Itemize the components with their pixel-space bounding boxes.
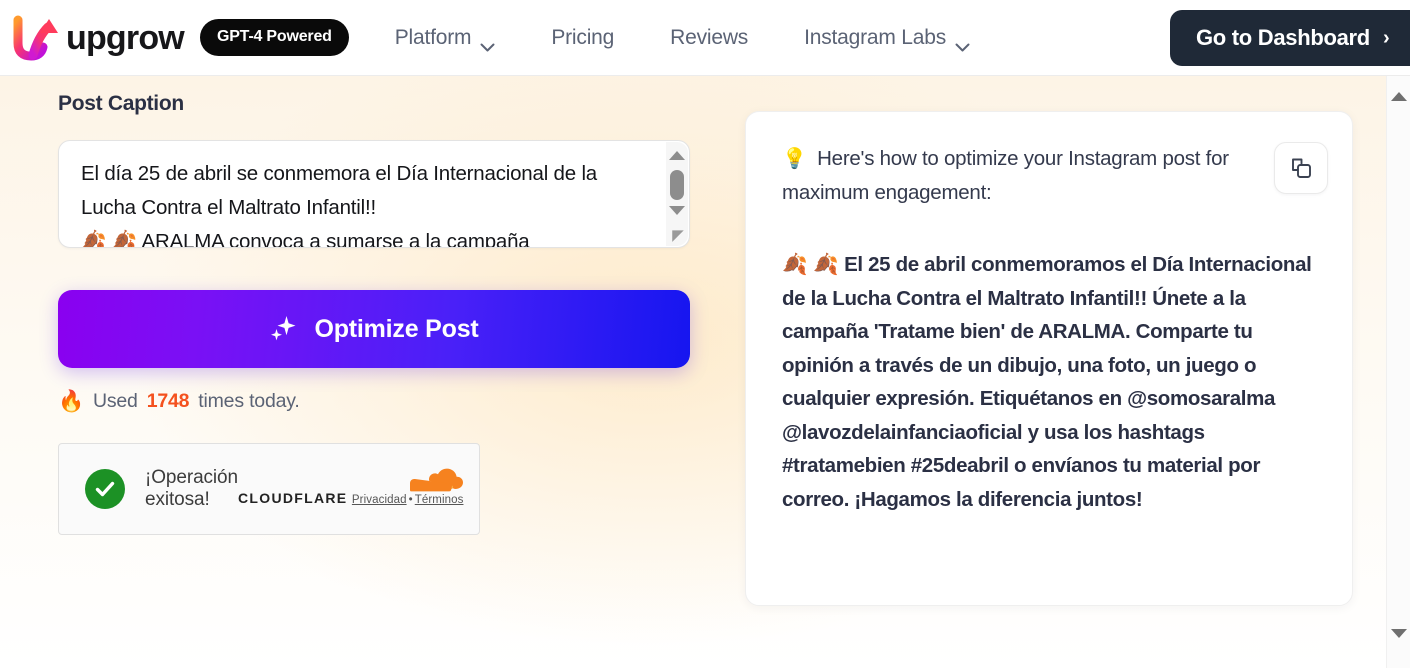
link-separator: •	[408, 494, 413, 506]
page-scrollbar[interactable]	[1386, 76, 1410, 668]
usage-counter: 🔥 Used 1748 times today.	[58, 390, 698, 413]
sparkles-icon	[269, 314, 297, 344]
nav-item-reviews-label: Reviews	[670, 25, 749, 49]
result-intro-text: Here's how to optimize your Instagram po…	[782, 147, 1229, 204]
turnstile-legal-links: Privacidad • Términos	[352, 494, 464, 506]
go-to-dashboard-label: Go to Dashboard	[1196, 25, 1370, 50]
page-scroll-up-arrow-icon[interactable]	[1391, 92, 1407, 101]
copy-icon	[1290, 157, 1313, 180]
leaf-icons: 🍂 🍂	[782, 253, 839, 276]
cloudflare-turnstile-widget[interactable]: ¡Operación exitosa! CLOUDFLARE Privacida…	[58, 443, 480, 535]
nav-item-pricing[interactable]: Pricing	[551, 20, 614, 56]
lightbulb-icon: 💡	[782, 148, 807, 170]
caption-textarea-wrapper: ◥	[58, 140, 690, 248]
optimized-result-card: 💡 Here's how to optimize your Instagram …	[745, 111, 1353, 606]
nav-item-instagram-labs-label: Instagram Labs	[804, 25, 947, 49]
copy-result-button[interactable]	[1274, 142, 1328, 194]
success-check-icon	[85, 469, 125, 509]
fire-icon: 🔥	[58, 390, 84, 413]
nav-item-instagram-labs[interactable]: Instagram Labs	[804, 20, 970, 56]
usage-prefix: Used	[92, 390, 138, 412]
optimize-post-button[interactable]: Optimize Post	[58, 290, 690, 368]
result-body: 🍂 🍂 El 25 de abril conmemoramos el Día I…	[782, 248, 1318, 516]
brand-logo-link[interactable]: upgrow	[8, 11, 185, 65]
caption-panel: Post Caption ◥ Optimize Post 🔥 Used 1748…	[58, 92, 698, 535]
privacy-link[interactable]: Privacidad	[352, 494, 407, 506]
brand-name: upgrow	[66, 18, 185, 57]
cloudflare-branding: CLOUDFLARE Privacidad • Términos	[238, 468, 464, 510]
cloudflare-wordmark: CLOUDFLARE	[238, 490, 348, 506]
usage-count: 1748	[146, 390, 190, 412]
chevron-down-icon	[480, 34, 495, 52]
cloudflare-cloud-icon	[238, 468, 464, 492]
post-caption-label: Post Caption	[58, 92, 184, 115]
resize-grip-icon[interactable]: ◥	[669, 227, 687, 245]
result-body-text: El 25 de abril conmemoramos el Día Inter…	[782, 253, 1312, 511]
nav-item-platform-label: Platform	[394, 25, 472, 49]
nav-item-reviews[interactable]: Reviews	[670, 20, 748, 56]
result-intro: 💡 Here's how to optimize your Instagram …	[782, 142, 1252, 210]
turnstile-status-text: ¡Operación exitosa!	[145, 467, 238, 510]
gpt4-powered-badge: GPT-4 Powered	[199, 19, 349, 56]
usage-suffix: times today.	[198, 390, 300, 412]
top-navbar: upgrow GPT-4 Powered Platform Pricing Re…	[0, 0, 1410, 76]
page-scroll-down-arrow-icon[interactable]	[1391, 629, 1407, 638]
caption-textarea[interactable]	[58, 140, 690, 248]
chevron-right-icon: ›	[1382, 26, 1390, 49]
nav-item-pricing-label: Pricing	[551, 25, 615, 49]
chevron-down-icon	[955, 34, 970, 52]
nav-item-platform[interactable]: Platform	[395, 20, 496, 56]
upgrow-arrow-logo-icon	[8, 11, 60, 65]
terms-link[interactable]: Términos	[415, 494, 464, 506]
optimize-post-label: Optimize Post	[314, 314, 479, 343]
go-to-dashboard-button[interactable]: Go to Dashboard ›	[1170, 10, 1410, 66]
